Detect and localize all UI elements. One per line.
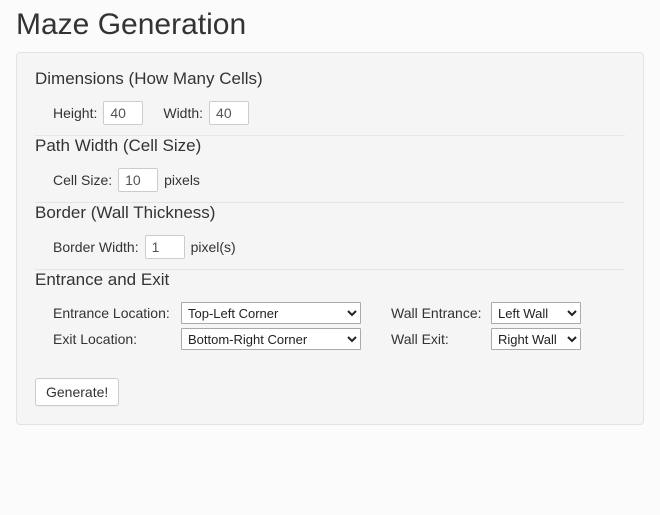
entrance-exit-right-col: Wall Entrance: Left Wall Wall Exit: Righ… xyxy=(391,302,581,354)
settings-panel: Dimensions (How Many Cells) Height: Widt… xyxy=(16,52,644,425)
section-pathwidth-heading: Path Width (Cell Size) xyxy=(35,136,625,156)
section-entrance-exit: Entrance and Exit Entrance Location: Top… xyxy=(35,270,625,354)
borderwidth-unit: pixel(s) xyxy=(191,239,236,255)
section-pathwidth: Path Width (Cell Size) Cell Size: pixels xyxy=(35,136,625,192)
entrance-location-label: Entrance Location: xyxy=(53,305,181,321)
width-label: Width: xyxy=(163,105,203,121)
section-entrance-exit-heading: Entrance and Exit xyxy=(35,270,625,290)
entrance-location-select[interactable]: Top-Left Corner xyxy=(181,302,361,324)
cellsize-input[interactable] xyxy=(118,168,158,192)
wall-exit-select[interactable]: Right Wall xyxy=(491,328,581,350)
borderwidth-label: Border Width: xyxy=(53,239,139,255)
width-input[interactable] xyxy=(209,101,249,125)
wall-exit-label: Wall Exit: xyxy=(391,331,491,347)
section-border: Border (Wall Thickness) Border Width: pi… xyxy=(35,203,625,259)
entrance-exit-left-col: Entrance Location: Top-Left Corner Exit … xyxy=(53,302,361,354)
cellsize-unit: pixels xyxy=(164,172,200,188)
exit-location-select[interactable]: Bottom-Right Corner xyxy=(181,328,361,350)
exit-location-label: Exit Location: xyxy=(53,331,181,347)
height-label: Height: xyxy=(53,105,97,121)
generate-button[interactable]: Generate! xyxy=(35,378,119,406)
cellsize-label: Cell Size: xyxy=(53,172,112,188)
wall-entrance-label: Wall Entrance: xyxy=(391,305,491,321)
borderwidth-input[interactable] xyxy=(145,235,185,259)
page-title: Maze Generation xyxy=(16,8,644,42)
height-input[interactable] xyxy=(103,101,143,125)
section-dimensions-heading: Dimensions (How Many Cells) xyxy=(35,69,625,89)
section-border-heading: Border (Wall Thickness) xyxy=(35,203,625,223)
wall-entrance-select[interactable]: Left Wall xyxy=(491,302,581,324)
section-dimensions: Dimensions (How Many Cells) Height: Widt… xyxy=(35,69,625,125)
